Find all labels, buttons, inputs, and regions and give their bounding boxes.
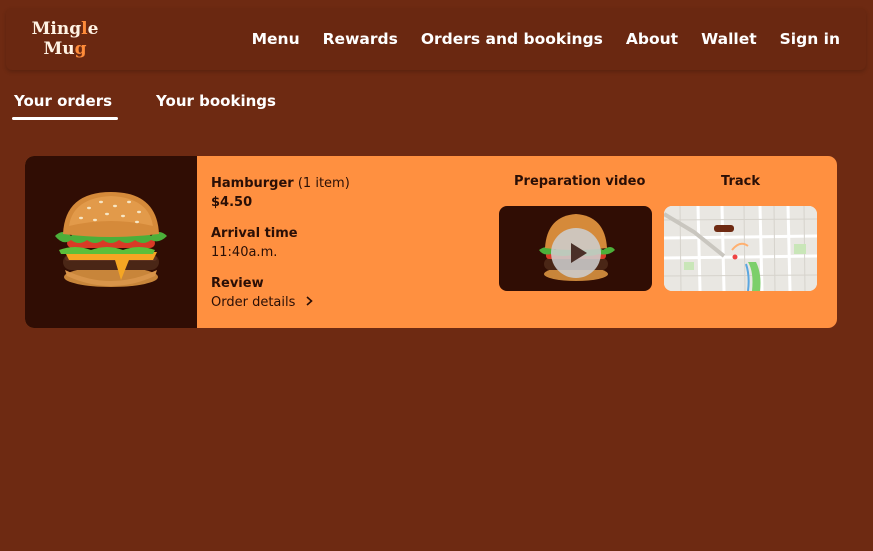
order-item-name: Hamburger [211, 176, 294, 191]
nav-item-orders-and-bookings[interactable]: Orders and bookings [421, 30, 603, 48]
order-details-link[interactable]: Order details [211, 293, 350, 312]
logo-text: e [87, 19, 99, 39]
order-item-count: (1 item) [297, 176, 350, 191]
review-label[interactable]: Review [211, 274, 350, 293]
track-label: Track [721, 174, 760, 189]
logo-accent-letter: g [74, 39, 87, 59]
tab-your-bookings[interactable]: Your bookings [156, 92, 276, 116]
order-card: Hamburger (1 item) $4.50 Arrival time 11… [25, 156, 837, 328]
order-details-label: Order details [211, 295, 296, 310]
nav-item-rewards[interactable]: Rewards [323, 30, 398, 48]
brand-logo[interactable]: Mingle Mug [30, 19, 100, 59]
order-booking-tabs: Your orders Your bookings [11, 92, 276, 120]
map-thumbnail [664, 206, 817, 291]
nav-item-wallet[interactable]: Wallet [701, 30, 757, 48]
logo-text: Mu [43, 39, 75, 59]
arrival-time-value: 11:40a.m. [211, 245, 278, 260]
nav-item-menu[interactable]: Menu [252, 30, 300, 48]
order-price: $4.50 [211, 195, 253, 210]
top-navigation-bar: Mingle Mug Menu Rewards Orders and booki… [6, 8, 866, 70]
hamburger-illustration [55, 192, 167, 287]
order-info: Hamburger (1 item) $4.50 Arrival time 11… [211, 174, 350, 312]
nav-item-about[interactable]: About [626, 30, 678, 48]
tab-your-orders[interactable]: Your orders [11, 92, 119, 120]
preparation-video-label: Preparation video [514, 174, 646, 189]
chevron-right-icon [305, 293, 313, 312]
play-icon[interactable] [551, 228, 601, 278]
main-nav: Menu Rewards Orders and bookings About W… [229, 8, 840, 70]
track-map[interactable] [664, 206, 817, 291]
logo-line-2: Mug [30, 39, 100, 59]
arrival-time-label: Arrival time [211, 226, 298, 241]
preparation-video-player[interactable] [499, 206, 652, 291]
order-item-line: Hamburger (1 item) [211, 174, 350, 193]
hamburger-image [25, 156, 197, 328]
sign-in-link[interactable]: Sign in [780, 30, 840, 48]
logo-line-1: Mingle [30, 19, 100, 39]
logo-text: Ming [31, 19, 82, 39]
